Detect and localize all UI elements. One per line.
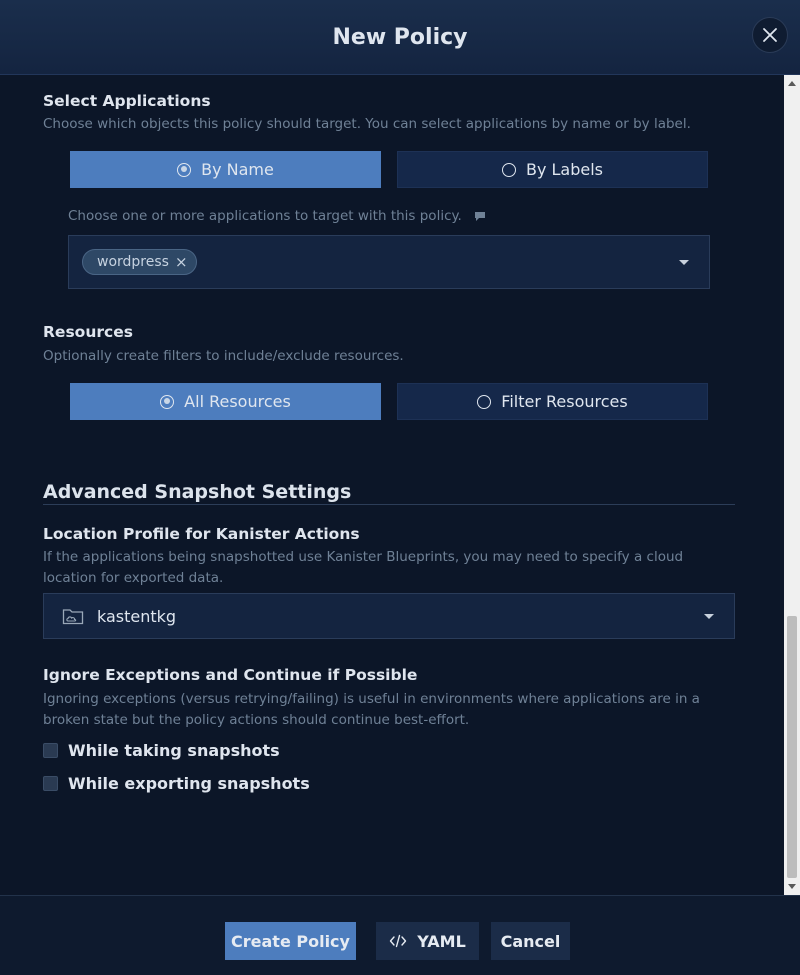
scroll-up-arrow[interactable]: [788, 81, 796, 86]
ignore-exceptions-title: Ignore Exceptions and Continue if Possib…: [43, 666, 418, 684]
chevron-down-icon[interactable]: [704, 614, 714, 619]
checkbox-while-exporting-snapshots[interactable]: [43, 776, 58, 791]
radio-all-resources[interactable]: [160, 394, 175, 409]
while-exporting-snapshots-label[interactable]: While exporting snapshots: [68, 774, 310, 793]
option-by-labels[interactable]: By Labels: [397, 151, 708, 188]
application-tag-label: wordpress: [97, 254, 169, 270]
modal-header: New Policy: [0, 0, 800, 75]
resources-description: Optionally create filters to include/exc…: [43, 348, 404, 364]
code-icon: [390, 934, 407, 948]
option-by-name-label: By Name: [201, 160, 274, 179]
yaml-button[interactable]: YAML: [376, 922, 479, 960]
option-by-name[interactable]: By Name: [70, 151, 381, 188]
option-by-labels-label: By Labels: [525, 160, 604, 179]
yaml-label: YAML: [417, 931, 466, 951]
option-filter-resources-label: Filter Resources: [501, 392, 628, 411]
applications-hint: Choose one or more applications to targe…: [68, 206, 486, 227]
scroll-down-arrow[interactable]: [788, 884, 796, 889]
scrollbar[interactable]: [784, 75, 800, 895]
cancel-button[interactable]: Cancel: [491, 922, 570, 960]
close-icon: [763, 28, 777, 42]
option-filter-resources[interactable]: Filter Resources: [397, 383, 708, 420]
ignore-exceptions-description-line1: Ignoring exceptions (versus retrying/fai…: [43, 691, 700, 707]
option-all-resources[interactable]: All Resources: [70, 383, 381, 420]
advanced-settings-title: Advanced Snapshot Settings: [43, 481, 352, 503]
comment-icon[interactable]: [474, 211, 486, 222]
select-applications-title: Select Applications: [43, 92, 211, 110]
radio-filter-resources[interactable]: [477, 394, 492, 409]
application-tag: wordpress ×: [82, 249, 197, 275]
checkbox-while-taking-snapshots[interactable]: [43, 743, 58, 758]
close-button[interactable]: [752, 17, 788, 53]
radio-by-labels[interactable]: [501, 162, 516, 177]
radio-by-name[interactable]: [177, 162, 192, 177]
while-taking-snapshots-label[interactable]: While taking snapshots: [68, 741, 280, 760]
scrollbar-thumb[interactable]: [787, 616, 797, 878]
ignore-exceptions-description: Ignoring exceptions (versus retrying/fai…: [43, 689, 700, 731]
location-profile-select[interactable]: kastentkg: [43, 593, 735, 639]
remove-tag-icon[interactable]: ×: [175, 253, 188, 271]
section-divider: [43, 504, 735, 505]
modal-content[interactable]: Select Applications Choose which objects…: [0, 75, 784, 895]
chevron-down-icon[interactable]: [679, 260, 689, 265]
location-profile-title: Location Profile for Kanister Actions: [43, 525, 360, 543]
select-applications-description: Choose which objects this policy should …: [43, 116, 691, 132]
location-profile-value: kastentkg: [97, 606, 177, 626]
applications-select[interactable]: wordpress ×: [68, 235, 710, 289]
location-profile-description-line2: location for exported data.: [43, 570, 224, 586]
resources-title: Resources: [43, 323, 133, 341]
modal-footer: Create Policy YAML Cancel: [0, 895, 800, 975]
create-policy-button[interactable]: Create Policy: [225, 922, 356, 960]
modal-title: New Policy: [332, 24, 468, 50]
applications-hint-text: Choose one or more applications to targe…: [68, 208, 462, 224]
location-profile-description-line1: If the applications being snapshotted us…: [43, 549, 684, 565]
folder-cloud-icon: [62, 609, 84, 625]
location-profile-description: If the applications being snapshotted us…: [43, 547, 683, 589]
ignore-exceptions-description-line2: broken state but the policy actions shou…: [43, 712, 470, 728]
option-all-resources-label: All Resources: [184, 392, 291, 411]
